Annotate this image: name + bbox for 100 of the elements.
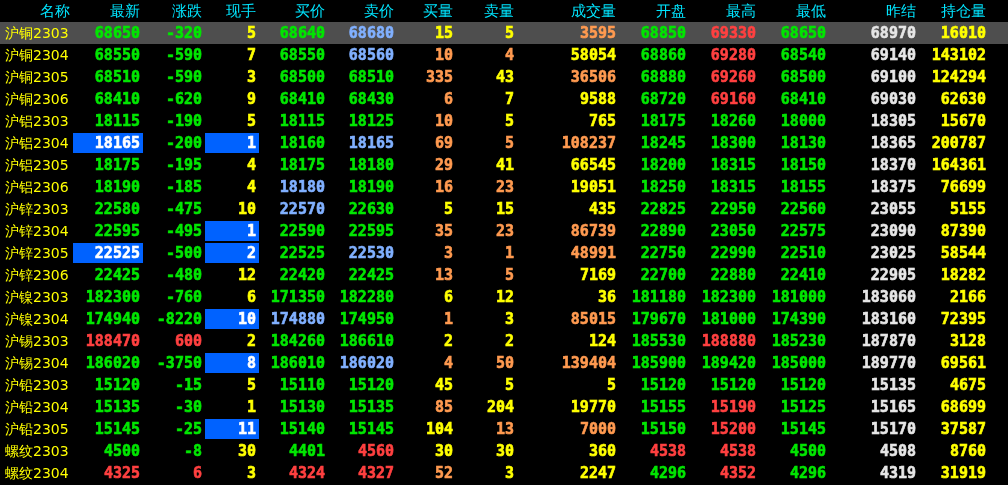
table-cell-text: 15670 xyxy=(939,111,987,131)
column-header[interactable]: 昨结 xyxy=(829,1,919,21)
quote-row[interactable]: 沪铝2303 18115 -190 5 18115 18125 10 5 765 18175 18260 18000 18305 15670 xyxy=(0,110,1008,132)
column-header[interactable]: 卖量 xyxy=(456,1,517,21)
table-cell-text: 15135 xyxy=(347,397,395,417)
table-cell-text: 22890 xyxy=(639,221,687,241)
column-header[interactable]: 涨跌 xyxy=(143,1,205,21)
table-cell-text: 31919 xyxy=(939,463,987,483)
table-cell-text: 179670 xyxy=(630,309,687,329)
table-cell-text: 15135 xyxy=(93,397,141,417)
quote-row[interactable]: 沪镍2304 174940 -8220 10 174880 174950 1 3 85015 179670 181000 174390 183160 72395 xyxy=(0,308,1008,330)
table-cell-text: 124294 xyxy=(930,67,987,87)
quote-row[interactable]: 沪锡2304 186020 -3750 8 186010 186020 4 50 139404 185900 189420 185000 189770 69561 xyxy=(0,352,1008,374)
column-header[interactable]: 买价 xyxy=(259,1,328,21)
column-header[interactable]: 现手 xyxy=(205,1,259,21)
table-cell-text: 5155 xyxy=(948,199,987,219)
column-header[interactable]: 最高 xyxy=(689,1,759,21)
table-cell-text: -590 xyxy=(164,45,203,65)
table-cell-text: 15145 xyxy=(779,419,827,439)
contract-name: 沪锡2303 xyxy=(4,332,70,351)
table-cell-text: 8760 xyxy=(948,441,987,461)
quote-row[interactable]: 沪铅2304 15135 -30 1 15130 15135 85 204 19770 15155 15190 15125 15165 68699 xyxy=(0,396,1008,418)
quote-row[interactable]: 沪铜2304 68550 -590 7 68550 68560 10 4 58054 68860 69280 68540 69140 143102 xyxy=(0,44,1008,66)
table-cell-text: 41 xyxy=(494,155,515,175)
quote-row[interactable]: 沪锌2305 22525 -500 2 22525 22530 3 1 48991 22750 22990 22510 23025 58544 xyxy=(0,242,1008,264)
table-cell-text: 23 xyxy=(494,177,515,197)
contract-name: 沪镍2304 xyxy=(4,310,70,329)
table-cell-text: 69280 xyxy=(709,45,757,65)
quote-row[interactable]: 沪锌2304 22595 -495 1 22590 22595 35 23 86739 22890 23050 22575 23090 87390 xyxy=(0,220,1008,242)
table-cell-text: -475 xyxy=(164,199,203,219)
quote-row[interactable]: 沪锌2303 22580 -475 10 22570 22630 5 15 435 22825 22950 22560 23055 5155 xyxy=(0,198,1008,220)
quote-row[interactable]: 沪锌2306 22425 -480 12 22420 22425 13 5 7169 22700 22880 22410 22905 18282 xyxy=(0,264,1008,286)
quote-row[interactable]: 沪锡2303 188470 600 2 184260 186610 2 2 124 185530 188880 185230 187870 3128 xyxy=(0,330,1008,352)
column-header[interactable]: 买量 xyxy=(397,1,456,21)
table-cell-text: 68500 xyxy=(278,67,326,87)
table-cell-text: 68699 xyxy=(939,397,987,417)
quote-row[interactable]: 沪铅2303 15120 -15 5 15110 15120 45 5 5 15120 15120 15120 15135 4675 xyxy=(0,374,1008,396)
table-cell-text: 68510 xyxy=(347,67,395,87)
table-cell-text: 1 xyxy=(442,309,454,329)
table-cell-text: 174950 xyxy=(338,309,395,329)
column-header[interactable]: 最新 xyxy=(73,1,143,21)
table-cell-text: 4296 xyxy=(788,463,827,483)
table-cell-text: 68850 xyxy=(639,23,687,43)
table-cell-text: -190 xyxy=(164,111,203,131)
column-header[interactable]: 开盘 xyxy=(619,1,689,21)
table-cell-text: 22510 xyxy=(779,243,827,263)
contract-name: 沪铝2305 xyxy=(4,156,70,175)
table-cell-text: 72395 xyxy=(939,309,987,329)
table-cell-text: 3 xyxy=(503,309,515,329)
contract-name: 沪铅2305 xyxy=(4,420,70,439)
table-cell-text: 15 xyxy=(494,199,515,219)
table-cell-text: 23050 xyxy=(709,221,757,241)
column-header[interactable]: 卖价 xyxy=(328,1,397,21)
table-cell-text: 4352 xyxy=(718,463,757,483)
table-cell-text: 18130 xyxy=(779,133,827,153)
table-cell-text: 174940 xyxy=(84,309,141,329)
table-cell-text: 18375 xyxy=(869,177,917,197)
table-cell-text: 185900 xyxy=(630,353,687,373)
contract-name: 沪铜2303 xyxy=(4,24,70,43)
table-cell-text: 6 xyxy=(442,89,454,109)
contract-name: 沪铝2306 xyxy=(4,178,70,197)
table-cell-text: -760 xyxy=(164,287,203,307)
column-header[interactable]: 成交量 xyxy=(517,1,619,21)
quote-row[interactable]: 沪铅2305 15145 -25 11 15140 15145 104 13 7000 15150 15200 15145 15170 37587 xyxy=(0,418,1008,440)
table-cell-text: 174390 xyxy=(770,309,827,329)
quote-row[interactable]: 沪铜2306 68410 -620 9 68410 68430 6 7 9588 68720 69160 68410 69030 62630 xyxy=(0,88,1008,110)
table-cell-text: 185230 xyxy=(770,331,827,351)
table-cell-text: 5 xyxy=(245,111,257,131)
table-cell-text: 68720 xyxy=(639,89,687,109)
column-header[interactable]: 持仓量 xyxy=(919,1,989,21)
table-cell-text: 3 xyxy=(442,243,454,263)
column-header[interactable]: 最低 xyxy=(759,1,829,21)
quote-row[interactable]: 螺纹2303 4500 -8 30 4401 4560 30 30 360 4538 4538 4500 4508 8760 xyxy=(0,440,1008,462)
table-cell-text: 36 xyxy=(596,287,617,307)
table-cell-text: 18190 xyxy=(347,177,395,197)
table-cell-text: 185000 xyxy=(770,353,827,373)
table-cell-text: 43 xyxy=(494,67,515,87)
table-cell-text: 4 xyxy=(245,177,257,197)
table-cell-text: 36506 xyxy=(569,67,617,87)
quote-row[interactable]: 沪铝2306 18190 -185 4 18180 18190 16 23 19051 18250 18315 18155 18375 76699 xyxy=(0,176,1008,198)
quote-row[interactable]: 螺纹2304 4325 6 3 4324 4327 52 3 2247 4296 4352 4296 4319 31919 xyxy=(0,462,1008,484)
table-cell-text: 3 xyxy=(503,463,515,483)
quote-row[interactable]: 沪铝2304 18165 -200 1 18160 18165 69 5 108237 18245 18300 18130 18365 200787 xyxy=(0,132,1008,154)
table-cell-text: 85015 xyxy=(569,309,617,329)
quote-row[interactable]: 沪铜2305 68510 -590 3 68500 68510 335 43 36506 68880 69260 68500 69100 124294 xyxy=(0,66,1008,88)
table-cell-text: 15170 xyxy=(869,419,917,439)
table-cell-text: 5 xyxy=(245,23,257,43)
table-cell-text: 18000 xyxy=(779,111,827,131)
table-cell-text: 204 xyxy=(485,397,515,417)
table-cell-text: 4560 xyxy=(356,441,395,461)
table-cell-text: 19051 xyxy=(569,177,617,197)
column-header[interactable]: 名称 xyxy=(0,1,73,21)
quote-row[interactable]: 沪铝2305 18175 -195 4 18175 18180 29 41 66545 18200 18315 18150 18370 164361 xyxy=(0,154,1008,176)
contract-name: 沪铜2305 xyxy=(4,68,70,87)
table-cell-text: -195 xyxy=(164,155,203,175)
table-cell-text: 18125 xyxy=(347,111,395,131)
quote-row[interactable]: 沪镍2303 182300 -760 6 171350 182280 6 12 36 181180 182300 181000 183060 2166 xyxy=(0,286,1008,308)
quote-row[interactable]: 沪铜2303 68650 -320 5 68640 68680 15 5 3595 68850 69330 68650 68970 16010 xyxy=(0,22,1008,44)
table-cell-text: -30 xyxy=(173,397,203,417)
table-cell-text: 10 xyxy=(433,45,454,65)
